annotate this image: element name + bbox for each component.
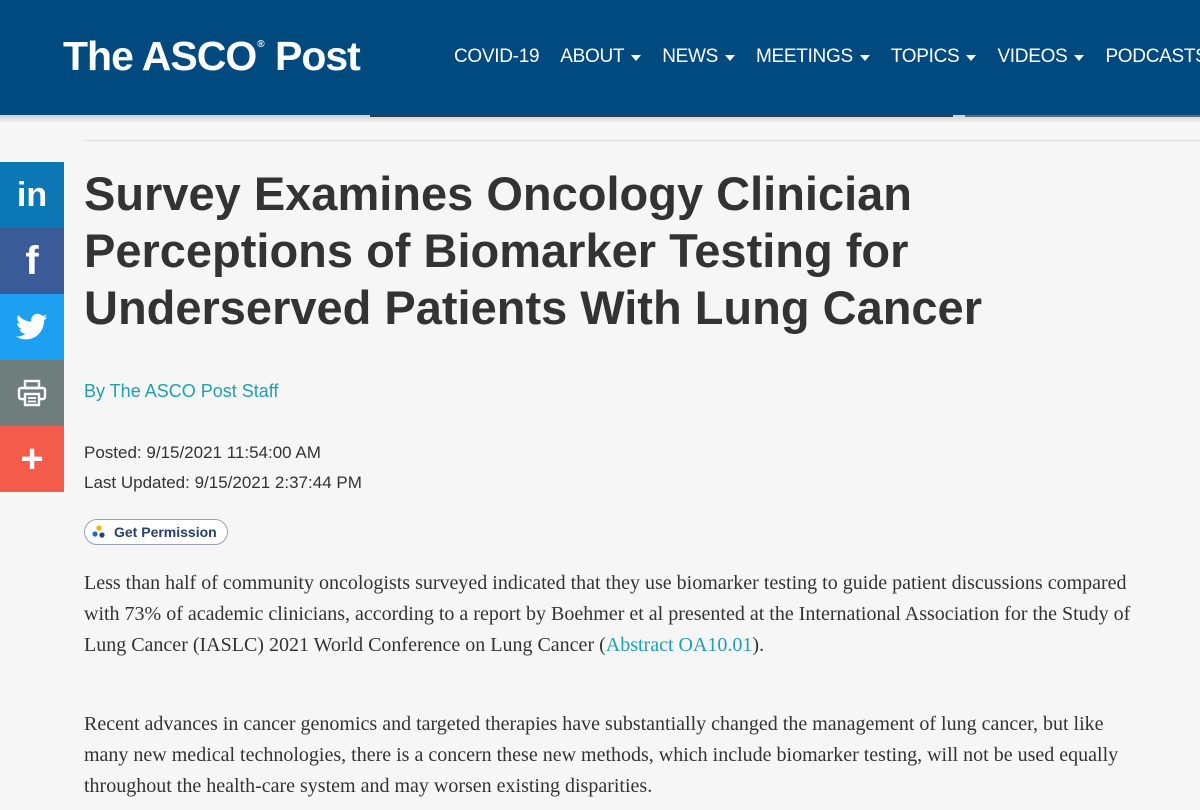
site-header: The ASCO® Post COVID-19 ABOUT NEWS MEETI…: [0, 0, 1200, 115]
plus-icon: +: [20, 436, 44, 481]
permission-logo-icon: [92, 525, 105, 538]
main-nav: COVID-19 ABOUT NEWS MEETINGS TOPICS VIDE…: [454, 46, 1200, 68]
printer-icon: [17, 379, 47, 407]
subnav-bar-right: [965, 115, 1200, 117]
permission-label: Get Permission: [114, 524, 217, 540]
article-paragraph: Recent advances in cancer genomics and t…: [84, 713, 1119, 797]
nav-label: TOPICS: [890, 46, 960, 67]
twitter-share-button[interactable]: [0, 294, 64, 360]
share-rail: in f +: [0, 162, 64, 492]
nav-label: VIDEOS: [997, 46, 1068, 67]
nav-item-meetings[interactable]: MEETINGS: [756, 46, 870, 68]
nav-label: PODCASTS: [1105, 46, 1200, 67]
site-logo[interactable]: The ASCO® Post: [63, 33, 361, 80]
nav-label: ABOUT: [560, 46, 625, 67]
article-title: Survey Examines Oncology Clinician Perce…: [84, 167, 982, 334]
nav-item-about[interactable]: ABOUT: [560, 46, 642, 68]
caret-down-icon: [966, 55, 977, 61]
paragraph-text: ).: [752, 634, 765, 656]
nav-item-podcasts[interactable]: PODCASTS: [1105, 46, 1200, 68]
facebook-icon: f: [25, 238, 39, 283]
caret-down-icon: [631, 55, 642, 61]
nav-item-videos[interactable]: VIDEOS: [997, 46, 1085, 68]
print-button[interactable]: [0, 360, 64, 426]
linkedin-share-button[interactable]: in: [0, 162, 64, 228]
nav-item-topics[interactable]: TOPICS: [891, 46, 977, 68]
author-byline-link[interactable]: By The ASCO Post Staff: [84, 381, 278, 402]
twitter-icon: [16, 313, 48, 340]
nav-label: MEETINGS: [756, 46, 853, 67]
caret-down-icon: [725, 55, 735, 61]
updated-date: Last Updated: 9/15/2021 2:37:44 PM: [84, 473, 362, 492]
posted-date: Posted: 9/15/2021 11:54:00 AM: [84, 443, 321, 462]
get-permission-button[interactable]: Get Permission: [84, 519, 228, 545]
article-paragraph: Less than half of community oncologists …: [84, 568, 1134, 661]
caret-down-icon: [859, 55, 870, 61]
abstract-link[interactable]: Abstract OA10.01: [606, 634, 753, 656]
logo-text: The ASCO® Post: [63, 33, 361, 79]
nav-label: COVID-19: [454, 46, 540, 67]
content-divider: [85, 140, 1200, 141]
nav-label: NEWS: [662, 46, 718, 67]
nav-item-news[interactable]: NEWS: [662, 46, 735, 68]
facebook-share-button[interactable]: f: [0, 228, 64, 294]
subnav-bar: [370, 115, 953, 117]
nav-item-covid19[interactable]: COVID-19: [454, 46, 540, 68]
linkedin-icon: in: [16, 175, 48, 214]
more-share-button[interactable]: +: [0, 426, 64, 492]
caret-down-icon: [1074, 55, 1085, 61]
